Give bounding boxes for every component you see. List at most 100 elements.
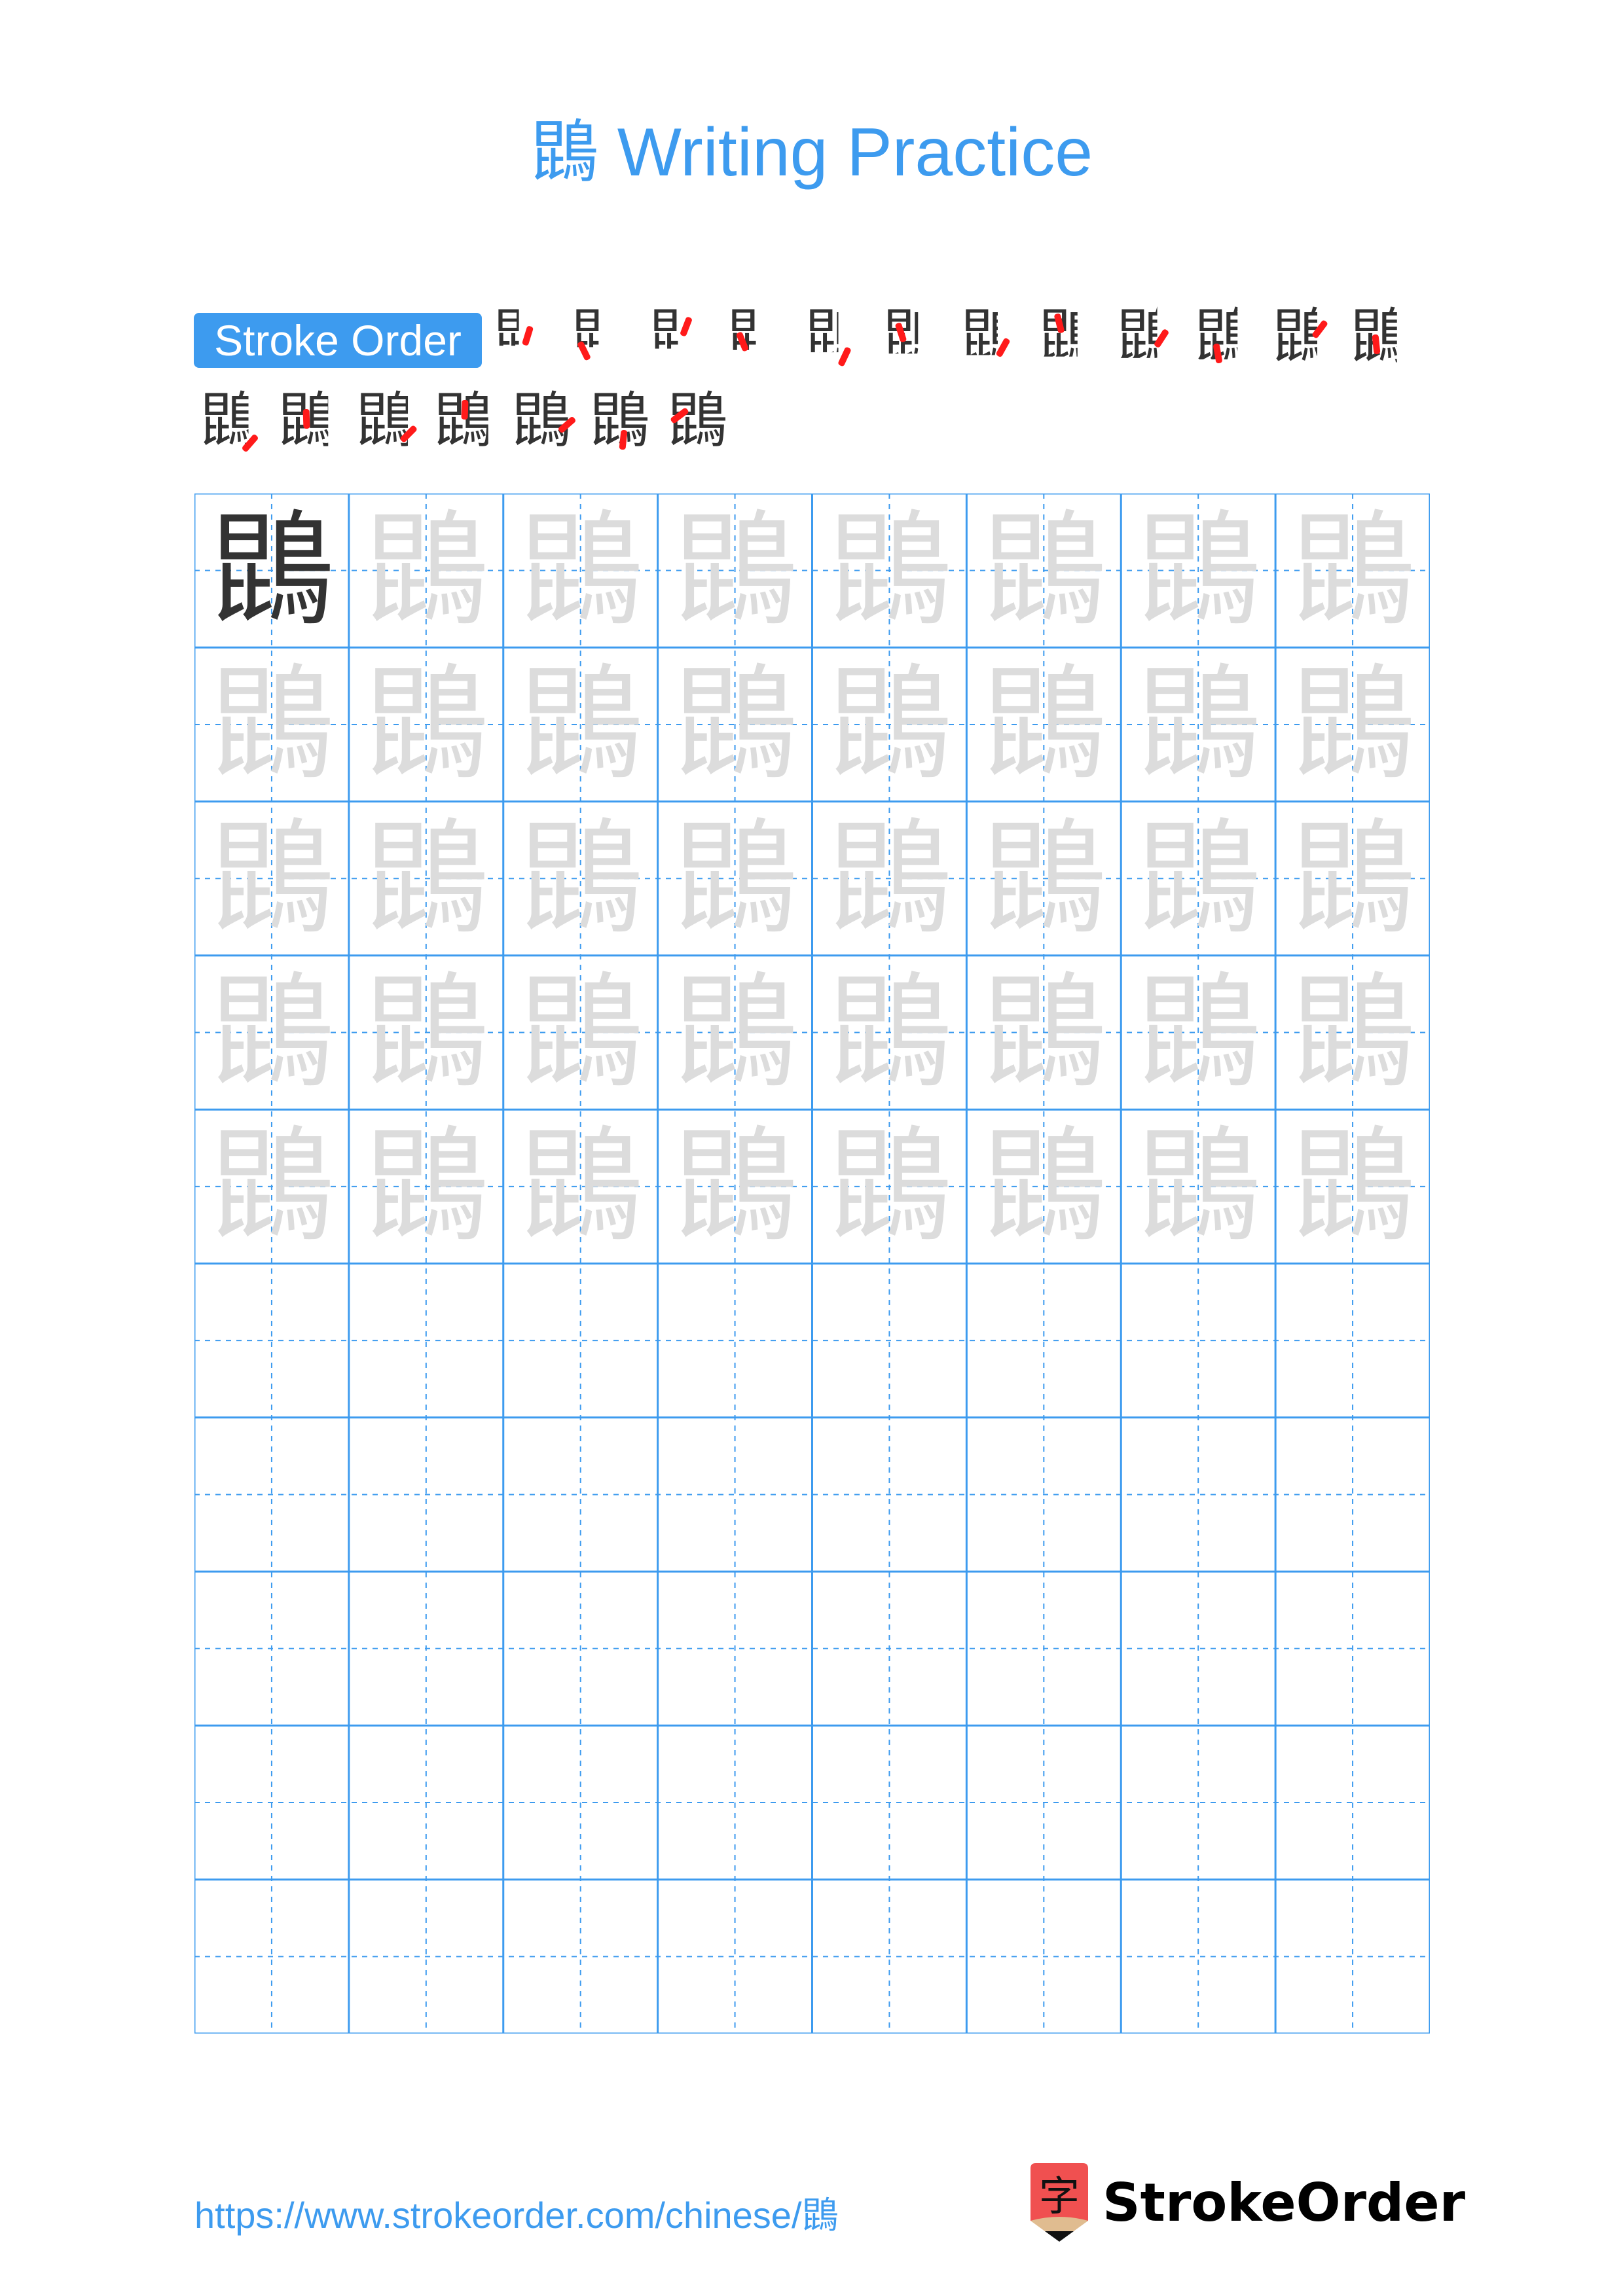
empty-practice-cell[interactable] — [658, 1571, 812, 1725]
empty-practice-cell[interactable] — [966, 1264, 1121, 1418]
stroke-step-glyph: 鵾 — [726, 302, 787, 372]
trace-character: 鵾 — [672, 498, 797, 643]
empty-practice-cell[interactable] — [966, 1418, 1121, 1571]
stroke-step-glyph: 鵾 — [570, 302, 631, 372]
empty-practice-cell[interactable] — [1121, 1725, 1275, 1879]
empty-practice-cell[interactable] — [658, 1880, 812, 2034]
empty-practice-cell[interactable] — [1121, 1571, 1275, 1725]
empty-practice-cell[interactable] — [349, 1571, 503, 1725]
pencil-logo-icon: 字 — [1030, 2163, 1088, 2242]
trace-character: 鵾 — [363, 1114, 488, 1259]
footer-url-link[interactable]: https://www.strokeorder.com/chinese/鵾 — [194, 2186, 839, 2239]
empty-practice-cell[interactable] — [349, 1418, 503, 1571]
empty-practice-cell[interactable] — [658, 1264, 812, 1418]
empty-practice-cell[interactable] — [966, 1725, 1121, 1879]
page-title: 鵾 Writing Practice — [530, 115, 1093, 190]
stroke-step-glyph: 鵾 — [1194, 302, 1254, 372]
stroke-step-glyph: 鵾 — [355, 386, 416, 456]
empty-practice-cell[interactable] — [812, 1880, 967, 2034]
empty-practice-cell[interactable] — [966, 1571, 1121, 1725]
trace-character: 鵾 — [827, 960, 952, 1105]
new-stroke-highlight — [521, 325, 534, 346]
trace-character: 鵾 — [981, 960, 1106, 1105]
empty-practice-cell[interactable] — [194, 1725, 349, 1879]
stroke-step-11: 鵾 — [1266, 301, 1338, 373]
empty-practice-cell[interactable] — [349, 1725, 503, 1879]
empty-practice-cell[interactable] — [194, 1418, 349, 1571]
stroke-step-glyph: 鵾 — [1349, 302, 1410, 372]
empty-practice-cell[interactable] — [349, 1264, 503, 1418]
trace-character: 鵾 — [518, 498, 643, 643]
stroke-step-6: 鵾 — [877, 301, 949, 373]
stroke-step-10: 鵾 — [1188, 301, 1260, 373]
empty-practice-cell[interactable] — [503, 1571, 658, 1725]
trace-character: 鵾 — [518, 960, 643, 1105]
trace-character: 鵾 — [1136, 498, 1261, 643]
empty-practice-cell[interactable] — [966, 1880, 1121, 2034]
new-stroke-highlight — [302, 408, 310, 429]
stroke-order-badge: Stroke Order — [194, 313, 482, 368]
trace-character: 鵾 — [827, 652, 952, 797]
trace-character: 鵾 — [363, 652, 488, 797]
trace-character: 鵾 — [209, 960, 334, 1105]
stroke-step-13: 鵾 — [194, 385, 266, 457]
stroke-step-glyph: 鵾 — [1271, 302, 1332, 372]
empty-practice-cell[interactable] — [503, 1418, 658, 1571]
new-stroke-highlight — [679, 316, 693, 337]
empty-practice-cell[interactable] — [1275, 1571, 1430, 1725]
trace-character: 鵾 — [1290, 806, 1415, 951]
new-stroke-highlight — [461, 399, 469, 420]
practice-grid: 鵾鵾鵾鵾鵾鵾鵾鵾鵾鵾鵾鵾鵾鵾鵾鵾鵾鵾鵾鵾鵾鵾鵾鵾鵾鵾鵾鵾鵾鵾鵾鵾鵾鵾鵾鵾鵾鵾鵾鵾 — [194, 493, 1430, 2034]
empty-practice-cell[interactable] — [1121, 1418, 1275, 1571]
stroke-step-2: 鵾 — [565, 301, 637, 373]
trace-character: 鵾 — [209, 652, 334, 797]
stroke-step-18: 鵾 — [583, 385, 655, 457]
stroke-step-glyph: 鵾 — [960, 302, 1021, 372]
stroke-step-8: 鵾 — [1032, 301, 1104, 373]
empty-practice-cell[interactable] — [658, 1725, 812, 1879]
trace-character: 鵾 — [363, 960, 488, 1105]
trace-character: 鵾 — [518, 652, 643, 797]
new-stroke-highlight — [837, 346, 852, 367]
trace-character: 鵾 — [827, 806, 952, 951]
trace-character: 鵾 — [1136, 960, 1261, 1105]
trace-character: 鵾 — [1290, 652, 1415, 797]
empty-practice-cell[interactable] — [1275, 1418, 1430, 1571]
stroke-step-14: 鵾 — [272, 385, 344, 457]
empty-practice-cell[interactable] — [503, 1725, 658, 1879]
empty-practice-cell[interactable] — [812, 1418, 967, 1571]
stroke-step-7: 鵾 — [955, 301, 1027, 373]
empty-practice-cell[interactable] — [1275, 1264, 1430, 1418]
empty-practice-cell[interactable] — [194, 1264, 349, 1418]
trace-character: 鵾 — [1136, 1114, 1261, 1259]
empty-practice-cell[interactable] — [658, 1418, 812, 1571]
empty-practice-cell[interactable] — [812, 1571, 967, 1725]
stroke-step-glyph: 鵾 — [1038, 302, 1099, 372]
trace-character: 鵾 — [981, 1114, 1106, 1259]
empty-practice-cell[interactable] — [812, 1725, 967, 1879]
empty-practice-cell[interactable] — [1121, 1264, 1275, 1418]
empty-practice-cell[interactable] — [503, 1880, 658, 2034]
empty-practice-cell[interactable] — [1121, 1880, 1275, 2034]
trace-character: 鵾 — [363, 806, 488, 951]
stroke-step-glyph: 鵾 — [1116, 302, 1176, 372]
trace-character: 鵾 — [518, 806, 643, 951]
trace-character: 鵾 — [1290, 960, 1415, 1105]
trace-character: 鵾 — [518, 1114, 643, 1259]
stroke-step-4: 鵾 — [721, 301, 793, 373]
logo-text: StrokeOrder — [1103, 2172, 1466, 2233]
empty-practice-cell[interactable] — [1275, 1880, 1430, 2034]
empty-practice-cell[interactable] — [503, 1264, 658, 1418]
empty-practice-cell[interactable] — [349, 1880, 503, 2034]
empty-practice-cell[interactable] — [194, 1571, 349, 1725]
empty-practice-cell[interactable] — [1275, 1725, 1430, 1879]
trace-character: 鵾 — [363, 498, 488, 643]
empty-practice-cell[interactable] — [812, 1264, 967, 1418]
stroke-step-glyph: 鵾 — [433, 386, 494, 456]
stroke-step-12: 鵾 — [1344, 301, 1416, 373]
stroke-step-glyph: 鵾 — [648, 302, 709, 372]
trace-character: 鵾 — [827, 1114, 952, 1259]
trace-character: 鵾 — [1290, 1114, 1415, 1259]
empty-practice-cell[interactable] — [194, 1880, 349, 2034]
stroke-step-9: 鵾 — [1110, 301, 1182, 373]
